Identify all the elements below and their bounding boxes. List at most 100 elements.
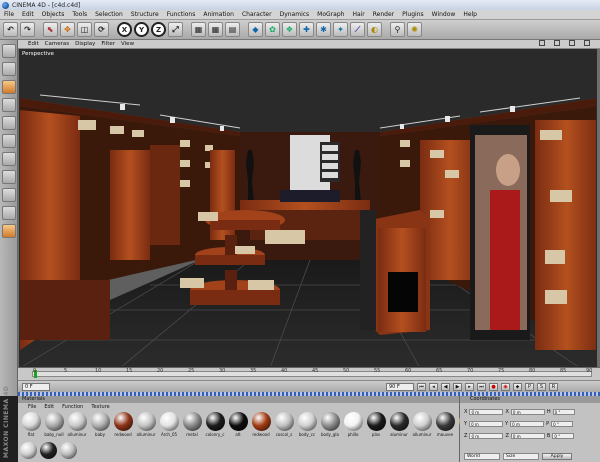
position-z-field[interactable]: 0 m [469,433,504,439]
menu-file[interactable]: File [4,11,14,18]
material-swatch[interactable]: body_cc [296,412,318,440]
environment-icon[interactable]: ✦ [333,22,348,37]
menu-objects[interactable]: Objects [42,11,65,18]
material-ball-icon[interactable] [40,442,57,459]
rotate-icon[interactable]: ⟳ [94,22,109,37]
viewport-menu-filter[interactable]: Filter [101,41,115,47]
material-swatch[interactable]: colonry_c [204,412,226,440]
menu-structure[interactable]: Structure [131,11,159,18]
axis-mode-icon[interactable] [2,116,16,130]
maximize-view-icon[interactable] [584,40,590,46]
key-scale-icon[interactable]: S [537,382,546,391]
material-swatch[interactable]: alluminur [411,412,433,440]
position-x-field[interactable]: 0 m [469,409,504,415]
start-frame-field[interactable]: 0 F [22,382,50,391]
keyframe-icon[interactable]: ⬥ [513,382,522,391]
size-y-field[interactable]: 0 m [510,421,545,427]
y-axis-icon[interactable]: Y [134,22,149,37]
viewport-menu-display[interactable]: Display [75,41,95,47]
render-view-icon[interactable]: ▦ [191,22,206,37]
prev-key-icon[interactable]: ◂ [429,382,438,391]
edges-mode-icon[interactable] [2,152,16,166]
make-editable-icon[interactable] [2,44,16,58]
next-key-icon[interactable]: ▸ [465,382,474,391]
menu-render[interactable]: Render [373,11,394,18]
object-mode-icon[interactable] [2,80,16,94]
viewport-menu-view[interactable]: View [121,41,134,47]
x-axis-icon[interactable]: X [117,22,132,37]
scene-icon[interactable]: ✱ [316,22,331,37]
tweak-mode-icon[interactable] [2,224,16,238]
select-icon[interactable]: ⬉ [43,22,58,37]
rotate-view-icon[interactable] [569,40,575,46]
goto-start-icon[interactable]: ⏮ [417,382,426,391]
timeline[interactable]: 0 5 10 15 20 25 30 35 40 45 50 55 60 65 … [18,367,600,380]
key-position-icon[interactable]: P [525,382,534,391]
move-icon[interactable]: ✥ [60,22,75,37]
tag-icon[interactable]: ◐ [367,22,382,37]
zoom-view-icon[interactable] [554,40,560,46]
world-coords-icon[interactable]: ⤢ [168,22,183,37]
cube-icon[interactable]: ◆ [248,22,263,37]
menu-tools[interactable]: Tools [72,11,87,18]
materials-menu-function[interactable]: Function [62,404,83,410]
material-swatch[interactable]: flat [20,412,42,440]
material-swatch[interactable]: redwood [112,412,134,440]
material-swatch[interactable]: body_gla [319,412,341,440]
size-x-field[interactable]: 0 m [510,409,545,415]
menu-functions[interactable]: Functions [167,11,196,18]
render-settings-icon[interactable]: ▤ [225,22,240,37]
menu-selection[interactable]: Selection [95,11,123,18]
polygons-mode-icon[interactable] [2,170,16,184]
material-swatch[interactable]: alt [227,412,249,440]
z-axis-icon[interactable]: Z [151,22,166,37]
texture-mode-icon[interactable] [2,98,16,112]
materials-menu-file[interactable]: File [28,404,36,410]
size-mode-dropdown[interactable]: Size [503,453,539,460]
menu-help[interactable]: Help [463,11,477,18]
menu-hair[interactable]: Hair [352,11,364,18]
material-swatch[interactable]: alluminur [135,412,157,440]
workplane-icon[interactable] [2,206,16,220]
rotation-b-field[interactable]: 0 ° [552,433,575,439]
material-ball-icon[interactable] [60,442,77,459]
perspective-viewport[interactable]: Perspective [19,49,597,367]
scale-icon[interactable]: ◫ [77,22,92,37]
rotation-p-field[interactable]: 0 ° [551,421,574,427]
menu-window[interactable]: Window [432,11,456,18]
points-mode-icon[interactable] [2,134,16,148]
light-icon[interactable]: ✺ [407,22,422,37]
position-y-field[interactable]: 0 m [469,421,504,427]
render-picture-icon[interactable]: ▦ [208,22,223,37]
material-ball-icon[interactable] [20,442,37,459]
apply-button[interactable]: Apply [542,453,572,460]
material-swatch[interactable]: coscol_s [273,412,295,440]
material-swatch[interactable]: phillo [342,412,364,440]
material-swatch[interactable]: plas [365,412,387,440]
autokey-icon[interactable]: ◉ [501,382,510,391]
material-swatch[interactable]: baby [89,412,111,440]
spline-icon[interactable]: ⟋ [350,22,365,37]
key-rotation-icon[interactable]: R [549,382,558,391]
menu-dynamics[interactable]: Dynamics [280,11,310,18]
material-swatch[interactable]: redwood [250,412,272,440]
menu-character[interactable]: Character [242,11,272,18]
material-swatch[interactable]: metal [181,412,203,440]
play-forward-icon[interactable]: ▶ [453,382,462,391]
camera-icon[interactable]: ⚲ [390,22,405,37]
end-frame-field[interactable]: 90 F [386,382,414,391]
rotation-h-field[interactable]: 0 ° [552,409,575,415]
coord-mode-dropdown[interactable]: World [464,453,500,460]
viewport-menu-cameras[interactable]: Cameras [45,41,69,47]
material-swatch[interactable]: Arch_05 [158,412,180,440]
nurbs-icon[interactable]: ✿ [265,22,280,37]
material-swatch[interactable]: baby_null [43,412,65,440]
materials-menu-edit[interactable]: Edit [44,404,54,410]
material-swatch[interactable]: alluminur [66,412,88,440]
menu-plugins[interactable]: Plugins [402,11,424,18]
materials-menu-texture[interactable]: Texture [91,404,109,410]
material-swatch[interactable]: aluminur [388,412,410,440]
material-swatch[interactable]: mauvee [434,412,456,440]
model-mode-icon[interactable] [2,62,16,76]
menu-edit[interactable]: Edit [22,11,34,18]
